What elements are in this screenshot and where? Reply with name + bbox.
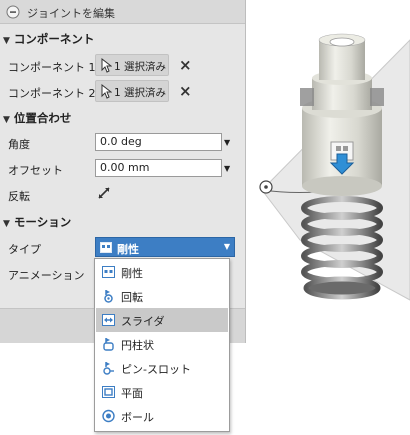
joint-type-option-label: 円柱状 — [121, 339, 154, 352]
angle-dropdown-arrow-icon[interactable]: ▼ — [224, 138, 230, 147]
joint-type-option-label: 剛性 — [121, 267, 143, 280]
type-label: タイプ — [8, 243, 41, 256]
joint-type-option-planar[interactable]: 平面 — [96, 380, 228, 404]
clear-component-1-icon[interactable]: × — [179, 58, 192, 73]
joint-type-option-cylindrical[interactable]: 円柱状 — [96, 332, 228, 356]
component-1-select-label: 1 選択済み — [114, 61, 167, 73]
section-position-heading: 位置合わせ — [13, 111, 72, 125]
section-components-toggle[interactable]: ▼ コンポーネント — [3, 31, 94, 47]
offset-label: オフセット — [8, 164, 63, 177]
component-2-label: コンポーネント 2 — [8, 87, 96, 100]
component-2-select-label: 1 選択済み — [114, 87, 167, 99]
joint-type-value: 剛性 — [117, 243, 139, 256]
offset-input[interactable]: 0.00 mm — [95, 159, 222, 177]
section-motion-toggle[interactable]: ▼ モーション — [3, 214, 71, 230]
collapse-triangle-icon: ▼ — [3, 36, 10, 46]
joint-type-option-label: ボール — [121, 411, 154, 424]
planar-joint-icon — [102, 386, 115, 398]
offset-dropdown-arrow-icon[interactable]: ▼ — [224, 164, 230, 173]
slider-joint-icon — [102, 314, 115, 326]
collapse-triangle-icon: ▼ — [3, 219, 10, 229]
component-2-select-button[interactable]: 1 選択済み — [95, 80, 169, 102]
ball-joint-icon — [102, 409, 115, 423]
revolute-joint-icon — [104, 290, 113, 303]
angle-label: 角度 — [8, 138, 30, 151]
joint-type-option-label: 回転 — [121, 291, 143, 304]
component-1-select-button[interactable]: 1 選択済み — [95, 54, 169, 76]
flip-icon[interactable] — [97, 186, 111, 200]
joint-type-option-label: スライダ — [121, 315, 165, 328]
joint-type-option-slider[interactable]: スライダ — [96, 308, 228, 332]
joint-type-option-ball[interactable]: ボール — [96, 404, 228, 428]
rigid-joint-icon — [100, 242, 112, 253]
cylindrical-joint-icon — [103, 338, 114, 351]
angle-input[interactable]: 0.0 deg — [95, 133, 222, 151]
rigid-joint-icon — [102, 266, 115, 278]
flip-label: 反転 — [8, 190, 30, 203]
joint-type-option-rigid[interactable]: 剛性 — [96, 260, 228, 284]
section-components-heading: コンポーネント — [13, 32, 95, 46]
section-motion-heading: モーション — [13, 215, 72, 229]
joint-type-select[interactable]: 剛性 ▼ — [95, 237, 235, 257]
joint-type-option-revolute[interactable]: 回転 — [96, 284, 228, 308]
cursor-arrow-icon — [101, 84, 112, 99]
animation-label: アニメーション — [8, 269, 85, 282]
collapse-panel-icon[interactable] — [6, 5, 20, 19]
chevron-down-icon: ▼ — [223, 242, 230, 251]
panel-title: ジョイントを編集 — [27, 7, 115, 20]
joint-type-option-label: 平面 — [121, 387, 143, 400]
joint-type-option-label: ピン-スロット — [121, 363, 191, 376]
cursor-arrow-icon — [101, 58, 112, 73]
section-position-toggle[interactable]: ▼ 位置合わせ — [3, 110, 71, 126]
component-1-label: コンポーネント 1 — [8, 61, 96, 74]
clear-component-2-icon[interactable]: × — [179, 84, 192, 99]
spring — [301, 196, 383, 300]
joint-type-option-pin-slot[interactable]: ピン-スロット — [96, 356, 228, 380]
joint-type-dropdown: 剛性 回転 スライダ 円柱状 ピン-スロット 平面 ボール — [94, 258, 230, 432]
pin-slot-joint-icon — [103, 362, 114, 375]
panel-header: ジョイントを編集 — [0, 0, 245, 24]
collapse-triangle-icon: ▼ — [3, 115, 10, 125]
